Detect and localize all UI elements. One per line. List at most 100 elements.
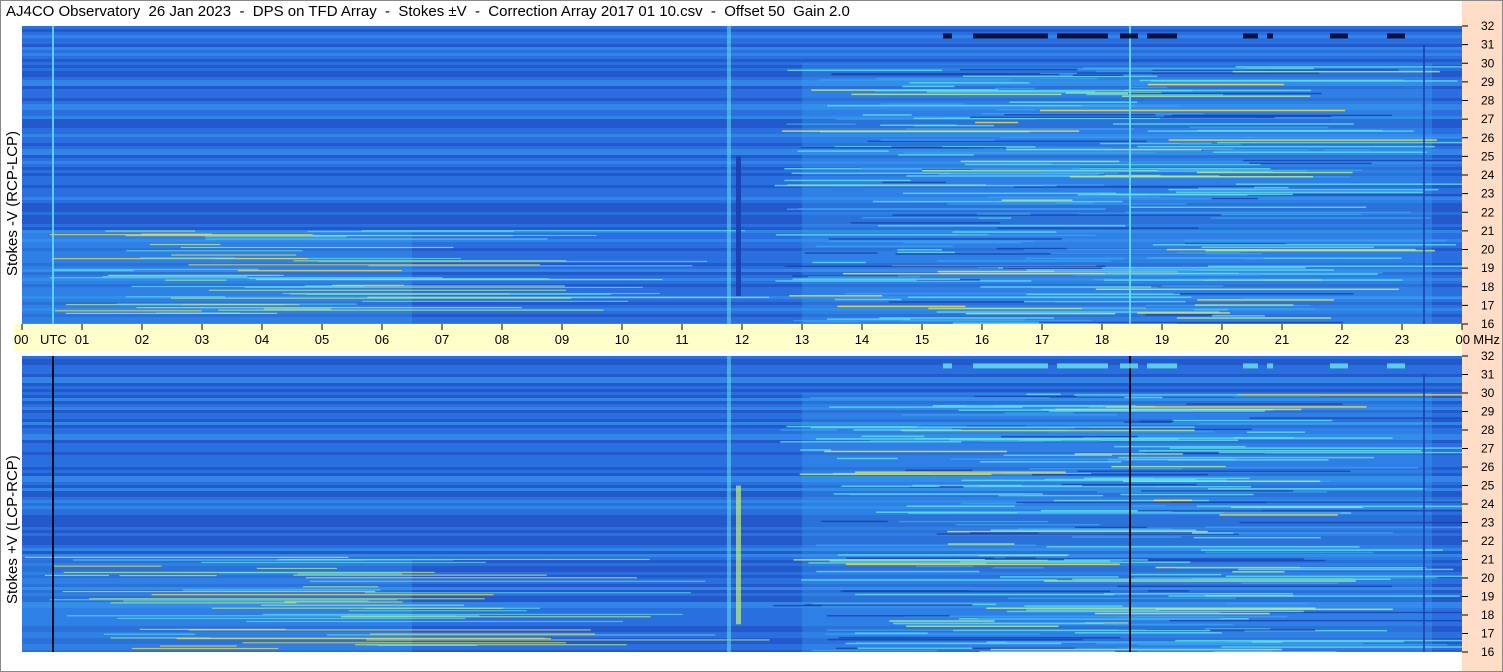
heatmap-streak bbox=[119, 574, 217, 577]
heatmap-streak bbox=[132, 647, 279, 650]
heatmap-streak bbox=[799, 473, 992, 475]
heatmap-streak bbox=[827, 615, 950, 617]
heatmap-band bbox=[22, 368, 1462, 371]
heatmap-streak bbox=[1096, 642, 1364, 645]
spectrogram-stokes-minus-v bbox=[22, 26, 1462, 324]
heatmap-streak bbox=[263, 308, 332, 310]
heatmap-streak bbox=[1006, 610, 1304, 613]
heatmap-band bbox=[22, 41, 1462, 44]
heatmap-streak bbox=[1249, 417, 1462, 419]
heatmap-band bbox=[22, 53, 1462, 56]
heatmap-streak bbox=[937, 260, 1112, 262]
heatmap-streak bbox=[151, 594, 494, 596]
heatmap-streak bbox=[876, 77, 1098, 80]
heatmap-streak bbox=[902, 192, 1116, 195]
heatmap-streak bbox=[846, 557, 994, 559]
heatmap-streak bbox=[204, 236, 347, 238]
heatmap-streak bbox=[804, 252, 878, 254]
heatmap-burst bbox=[1387, 363, 1405, 369]
heatmap-streak bbox=[843, 272, 1105, 275]
heatmap-streak bbox=[1024, 605, 1123, 607]
heatmap-streak bbox=[1239, 521, 1462, 524]
heatmap-streak bbox=[1016, 501, 1267, 504]
heatmap-vertical-feature bbox=[736, 156, 741, 297]
heatmap-streak bbox=[999, 576, 1119, 578]
heatmap-streak bbox=[1046, 546, 1360, 548]
heatmap-streak bbox=[261, 604, 465, 606]
heatmap-streak bbox=[1103, 279, 1403, 281]
heatmap-streak bbox=[1076, 72, 1319, 74]
heatmap-streak bbox=[902, 85, 955, 88]
heatmap-streak bbox=[996, 247, 1067, 250]
heatmap-streak bbox=[797, 150, 889, 152]
heatmap-streak bbox=[1210, 217, 1431, 219]
heatmap-streak bbox=[893, 622, 1104, 625]
heatmap-streak bbox=[55, 310, 202, 312]
heatmap-streak bbox=[1130, 206, 1367, 209]
heatmap-streak bbox=[975, 121, 1019, 124]
heatmap-vertical-feature bbox=[1129, 356, 1131, 652]
heatmap-band bbox=[22, 359, 1462, 362]
heatmap-streak bbox=[1003, 267, 1103, 270]
heatmap-streak bbox=[1211, 315, 1265, 317]
heatmap-streak bbox=[1063, 559, 1148, 561]
heatmap-streak bbox=[165, 279, 227, 281]
heatmap-streak bbox=[1167, 459, 1329, 461]
heatmap-streak bbox=[1205, 249, 1435, 252]
heatmap-streak bbox=[1040, 109, 1346, 112]
heatmap-streak bbox=[850, 222, 1000, 224]
heatmap-streak bbox=[808, 562, 987, 564]
heatmap-streak bbox=[780, 441, 962, 443]
heatmap-burst bbox=[1330, 363, 1348, 369]
heatmap-streak bbox=[963, 485, 1252, 488]
heatmap-streak bbox=[965, 312, 1116, 315]
heatmap-streak bbox=[1071, 536, 1182, 538]
heatmap-streak bbox=[952, 231, 1057, 233]
heatmap-streak bbox=[897, 251, 955, 254]
heatmap-streak bbox=[916, 425, 1090, 428]
heatmap-streak bbox=[1128, 505, 1166, 507]
heatmap-streak bbox=[188, 264, 540, 266]
heatmap-streak bbox=[846, 563, 1120, 566]
heatmap-streak bbox=[340, 616, 651, 618]
heatmap-streak bbox=[139, 257, 236, 259]
heatmap-streak bbox=[889, 620, 995, 622]
heatmap-streak bbox=[840, 590, 970, 592]
heatmap-streak bbox=[1044, 580, 1356, 582]
heatmap-streak bbox=[302, 586, 379, 588]
heatmap-streak bbox=[1009, 101, 1138, 103]
heatmap-burst bbox=[1243, 33, 1258, 39]
heatmap-streak bbox=[1118, 456, 1374, 459]
heatmap-band bbox=[22, 29, 1462, 32]
heatmap-streak bbox=[880, 139, 995, 141]
heatmap-vertical-feature bbox=[52, 26, 54, 324]
heatmap-streak bbox=[834, 298, 902, 301]
heatmap-vertical-feature bbox=[1423, 374, 1425, 652]
heatmap-streak bbox=[906, 505, 1015, 507]
heatmap-burst bbox=[1147, 33, 1177, 39]
heatmap-streak bbox=[103, 633, 196, 635]
heatmap-vertical-feature bbox=[52, 356, 54, 652]
heatmap-streak bbox=[1176, 317, 1332, 319]
heatmap-streak bbox=[1117, 615, 1288, 618]
heatmap-streak bbox=[815, 438, 1102, 440]
heatmap-streak bbox=[1001, 199, 1073, 201]
heatmap-band bbox=[22, 59, 1462, 62]
heatmap-band bbox=[22, 38, 1462, 41]
heatmap-streak bbox=[1124, 89, 1311, 92]
heatmap-streak bbox=[789, 295, 883, 297]
heatmap-streak bbox=[1120, 493, 1254, 496]
heatmap-streak bbox=[1218, 451, 1462, 454]
heatmap-streak bbox=[827, 638, 1083, 641]
heatmap-vertical-feature bbox=[736, 485, 741, 625]
heatmap-streak bbox=[116, 303, 357, 305]
heatmap-streak bbox=[986, 607, 1316, 609]
heatmap-streak bbox=[171, 297, 572, 299]
heatmap-streak bbox=[826, 318, 911, 320]
heatmap-streak bbox=[1172, 114, 1393, 117]
heatmap-burst bbox=[1387, 33, 1405, 39]
heatmap-streak bbox=[65, 312, 278, 315]
heatmap-streak bbox=[1074, 453, 1183, 455]
heatmap-streak bbox=[1137, 312, 1230, 314]
heatmap-streak bbox=[926, 91, 1096, 93]
